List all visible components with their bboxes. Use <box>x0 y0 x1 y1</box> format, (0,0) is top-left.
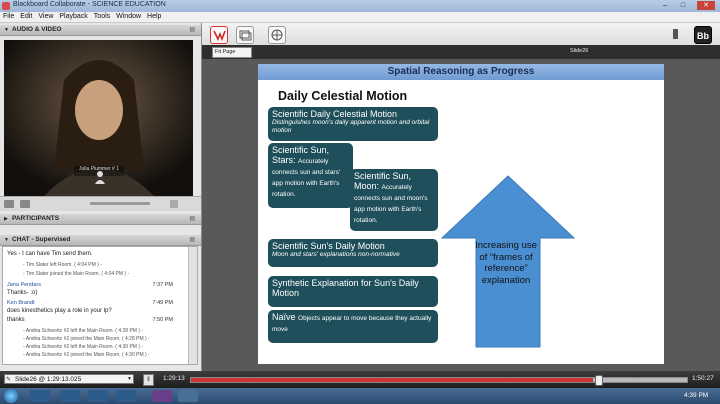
chat-area: Yes - I can have Tim send them. - Tim Sl… <box>2 246 198 365</box>
menu-bar: File Edit View Playback Tools Window Help <box>0 12 720 23</box>
panel-grip-icon[interactable]: ▤ <box>189 25 195 35</box>
start-button-icon[interactable] <box>4 389 18 403</box>
slide-title: Daily Celestial Motion <box>278 89 408 103</box>
level-box-sun-stars: Scientific Sun, Stars: Accurately connec… <box>268 143 353 208</box>
menu-edit[interactable]: Edit <box>17 12 35 22</box>
menu-help[interactable]: Help <box>144 12 164 22</box>
chat-message: Thanks- :o) <box>7 290 38 296</box>
title-bar: Blackboard Collaborate - SCIENCE EDUCATI… <box>0 0 720 12</box>
audio-video-label: AUDIO & VIDEO <box>12 26 62 33</box>
windows-taskbar: 4:39 PM <box>0 388 720 404</box>
collapse-triangle-icon[interactable]: ▼ <box>4 25 9 35</box>
level-box-sub: Objects appear to move because they actu… <box>272 315 432 333</box>
level-box-title: Scientific Sun's Daily Motion <box>272 241 385 251</box>
window-title: Blackboard Collaborate - SCIENCE EDUCATI… <box>13 1 166 8</box>
ie-taskbar-icon[interactable] <box>60 390 80 402</box>
app-share-button[interactable] <box>236 26 254 44</box>
content-subbar: Fit Page Slide26 <box>202 45 720 59</box>
chat-message: thanks <box>7 317 25 323</box>
level-box-naive: Naïve Objects appear to move because the… <box>268 310 438 343</box>
chat-scrollbar[interactable] <box>188 247 197 364</box>
whiteboard-tool-button[interactable] <box>210 26 228 44</box>
app-icon <box>2 2 10 10</box>
folder-taskbar-icon[interactable] <box>30 390 50 402</box>
chat-sender-name: Jana Pendars <box>7 282 41 288</box>
minimize-button[interactable]: – <box>658 1 672 10</box>
participants-label: PARTICIPANTS <box>12 215 60 222</box>
chat-label: CHAT - Supervised <box>12 236 71 243</box>
pause-button[interactable]: ǁ <box>143 374 154 386</box>
level-box-title: Naïve <box>272 312 296 322</box>
volume-icon <box>170 200 178 208</box>
menu-file[interactable]: File <box>0 12 17 22</box>
face-shape <box>75 80 123 140</box>
chat-message: does kinesthetics play a role in your lp… <box>7 308 112 314</box>
level-box-sun-daily: Scientific Sun's Daily Motion Moon and s… <box>268 239 438 267</box>
fit-page-dropdown[interactable]: Fit Page <box>212 47 252 58</box>
chat-header[interactable]: ▼ CHAT - Supervised ▤ <box>0 235 201 246</box>
level-box-title: Synthetic Explanation for Sun's Daily Mo… <box>272 278 419 298</box>
collaborate-taskbar-icon[interactable] <box>152 390 172 402</box>
content-stage: Spatial Reasoning as Progress Daily Cele… <box>202 59 720 371</box>
menu-playback[interactable]: Playback <box>56 12 90 22</box>
chat-sender-name: Ken Brandt <box>7 300 35 306</box>
current-time: 1:29:13 <box>163 375 185 382</box>
word-taskbar-icon[interactable] <box>116 390 136 402</box>
level-box-title: Scientific Daily Celestial Motion <box>272 109 398 119</box>
playback-progress <box>191 378 593 382</box>
user-icon <box>95 170 105 186</box>
expand-triangle-icon[interactable]: ▶ <box>4 214 8 224</box>
playback-track[interactable] <box>190 375 688 386</box>
info-icon[interactable] <box>668 26 684 42</box>
main-toolbar: Bb <box>202 23 720 46</box>
chevron-down-icon[interactable]: ▼ <box>127 376 132 382</box>
slide-select-dropdown[interactable]: Slide26 @ 1:29:13.025 <box>4 374 134 384</box>
pencil-icon: ✎ <box>6 377 12 383</box>
level-box-synthetic: Synthetic Explanation for Sun's Daily Mo… <box>268 276 438 307</box>
maximize-button[interactable]: □ <box>676 1 690 10</box>
chat-timestamp: 7:49 PM <box>152 300 173 306</box>
chat-system-line: - Tim Slater left Room. ( 4:04 PM ) - <box>23 262 102 268</box>
menu-window[interactable]: Window <box>113 12 144 22</box>
svg-text:Bb: Bb <box>697 31 709 41</box>
chat-system-line: - Andria Schwortz #2 left the Main Room.… <box>23 328 144 334</box>
participants-header[interactable]: ▶ PARTICIPANTS ▤ <box>0 214 201 225</box>
arrow-text: Increasing use of “frames of reference” … <box>475 240 537 286</box>
slide-header: Spatial Reasoning as Progress <box>258 64 664 80</box>
level-box-sub: Moon and stars' explanations non-normati… <box>272 251 400 258</box>
slide-label: Slide26 <box>570 48 589 54</box>
menu-view[interactable]: View <box>35 12 56 22</box>
chat-system-line: - Andria Schwortz #2 joined the Main Roo… <box>23 352 150 358</box>
chat-timestamp: 7:37 PM <box>152 282 173 288</box>
app-taskbar-icon[interactable] <box>178 390 198 402</box>
level-box-sub: Distinguishes moon's daily apparent moti… <box>272 119 430 134</box>
chat-timestamp: 7:50 PM <box>152 317 173 323</box>
audio-video-header[interactable]: ▼ AUDIO & VIDEO ▤ <box>0 25 201 36</box>
playback-knob[interactable] <box>594 375 603 386</box>
mic-icon <box>20 200 30 208</box>
total-time: 1:50:27 <box>692 375 714 382</box>
close-button[interactable]: ✕ <box>697 1 715 10</box>
chat-system-line: - Tim Slater joined the Main Room. ( 4:0… <box>23 271 130 277</box>
chat-system-line: - Andria Schwortz #2 joined the Main Roo… <box>23 336 150 342</box>
chat-message: Yes - I can have Tim send them. <box>7 251 93 257</box>
blackboard-logo-icon: Bb <box>694 26 712 44</box>
menu-tools[interactable]: Tools <box>91 12 113 22</box>
video-controls <box>0 196 201 211</box>
firefox-taskbar-icon[interactable] <box>88 390 108 402</box>
chat-system-line: - Andria Schwortz #2 left the Main Room.… <box>23 344 144 350</box>
taskbar-clock: 4:39 PM <box>684 392 709 399</box>
level-box-sun-moon: Scientific Sun, Moon: Accurately connect… <box>350 169 438 231</box>
slide: Spatial Reasoning as Progress Daily Cele… <box>258 64 664 364</box>
playback-bar: Slide26 @ 1:29:13.025 ✎ ▼ ǁ 1:29:13 1:50… <box>0 371 720 388</box>
level-box-scientific-daily: Scientific Daily Celestial Motion Distin… <box>268 107 438 141</box>
camera-icon <box>4 200 14 208</box>
panel-grip-icon[interactable]: ▤ <box>189 214 195 224</box>
panel-grip-icon[interactable]: ▤ <box>189 235 195 245</box>
web-tour-button[interactable] <box>268 26 286 44</box>
collapse-triangle-icon[interactable]: ▼ <box>4 235 9 245</box>
